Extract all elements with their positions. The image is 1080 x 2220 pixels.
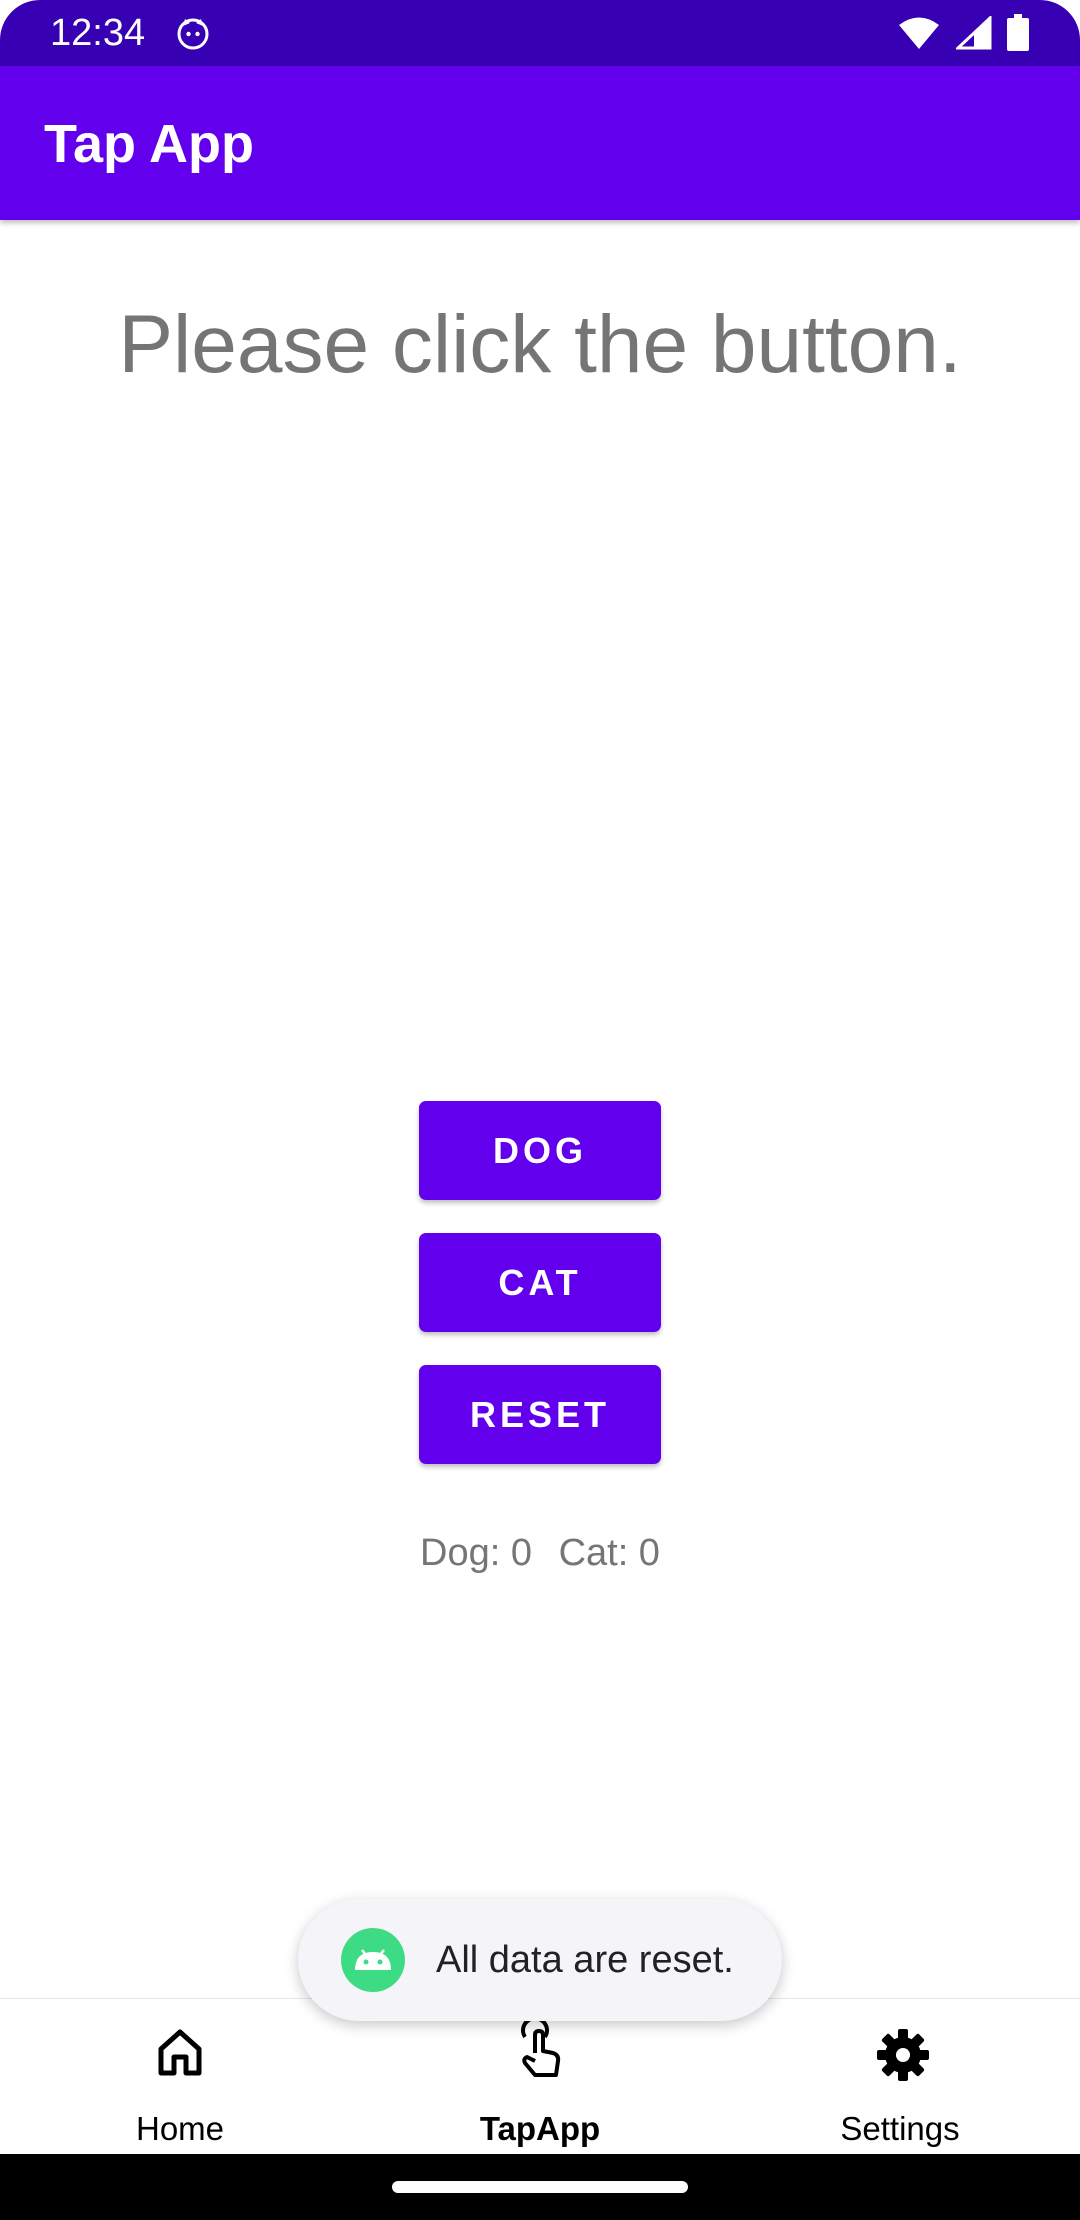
dog-count: Dog: 0 <box>420 1532 532 1574</box>
reset-button[interactable]: RESET <box>419 1365 661 1464</box>
gesture-bar <box>0 2154 1080 2220</box>
nav-label-settings: Settings <box>840 2110 960 2147</box>
android-icon <box>341 1928 405 1992</box>
dog-button[interactable]: DOG <box>419 1101 661 1200</box>
battery-icon <box>1007 14 1029 51</box>
toast: All data are reset. <box>298 1899 782 2021</box>
cat-button[interactable]: CAT <box>419 1233 661 1332</box>
toast-message: All data are reset. <box>436 1939 734 1981</box>
counts-row: Dog: 0 Cat: 0 <box>0 1528 1080 1578</box>
nav-item-tapapp[interactable]: TapApp <box>360 1999 720 2155</box>
status-time: 12:34 <box>50 12 146 54</box>
signal-icon <box>956 16 992 50</box>
prompt-text: Please click the button. <box>118 299 962 390</box>
nav-label-tapapp: TapApp <box>479 2110 601 2147</box>
nav-label-home: Home <box>135 2110 225 2147</box>
gear-icon <box>877 2029 929 2081</box>
bottom-navigation: Home TapApp Settings <box>0 1998 1080 2155</box>
home-icon <box>158 2029 202 2076</box>
gesture-handle[interactable] <box>392 2181 688 2193</box>
cat-count: Cat: 0 <box>558 1532 660 1574</box>
status-bar: 12:34 <box>0 0 1080 66</box>
cat-notification-icon <box>177 18 209 50</box>
app-bar: Tap App <box>0 66 1080 220</box>
touch-icon <box>521 2021 561 2077</box>
app-title: Tap App <box>44 114 254 174</box>
nav-item-settings[interactable]: Settings <box>720 1999 1080 2155</box>
wifi-icon <box>899 17 939 49</box>
nav-item-home[interactable]: Home <box>0 1999 360 2155</box>
